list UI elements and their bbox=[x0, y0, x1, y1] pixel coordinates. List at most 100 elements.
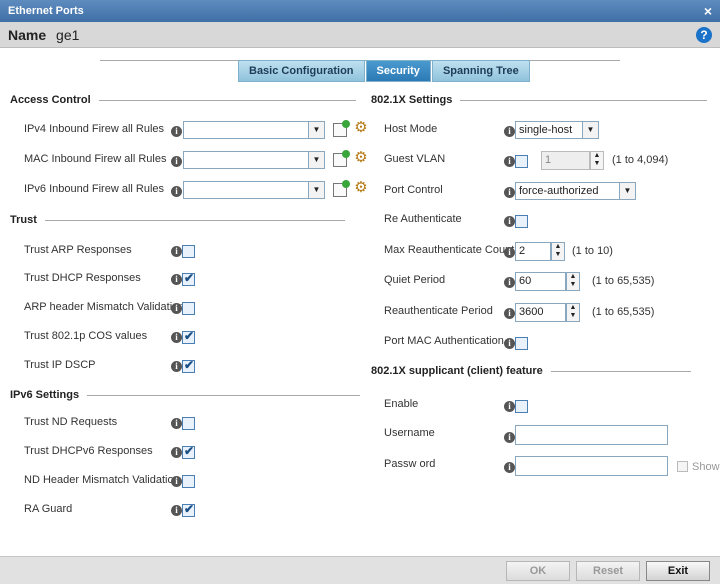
quiet-period-spinner[interactable]: ▲ ▼ bbox=[566, 272, 580, 291]
nd-header-mismatch-label: ND Header Mismatch Validation bbox=[24, 474, 180, 486]
info-icon[interactable]: i bbox=[171, 274, 182, 285]
trust-dscp-checkbox[interactable] bbox=[182, 358, 195, 373]
help-icon[interactable]: ? bbox=[696, 27, 712, 43]
arp-header-mismatch-checkbox[interactable] bbox=[182, 302, 195, 315]
info-icon[interactable]: i bbox=[171, 476, 182, 487]
port-name: ge1 bbox=[56, 27, 80, 43]
tab-basic-configuration[interactable]: Basic Configuration bbox=[238, 60, 365, 82]
window-title: Ethernet Ports bbox=[8, 5, 84, 17]
port-control-select[interactable]: force-authorized ▼ bbox=[515, 182, 636, 200]
trust-dhcpv6-label: Trust DHCPv6 Responses bbox=[24, 445, 153, 457]
spin-down-icon[interactable]: ▼ bbox=[591, 160, 603, 168]
trust-dhcpv6-checkbox[interactable] bbox=[182, 444, 195, 459]
spin-up-icon[interactable]: ▲ bbox=[567, 273, 579, 281]
info-icon[interactable]: i bbox=[171, 332, 182, 343]
spin-up-icon[interactable]: ▲ bbox=[567, 304, 579, 312]
trust-cos-checkbox[interactable] bbox=[182, 329, 195, 344]
trust-cos-label: Trust 802.1p COS values bbox=[24, 330, 148, 342]
info-icon[interactable]: i bbox=[504, 126, 515, 137]
trust-arp-checkbox[interactable] bbox=[182, 245, 195, 258]
exit-button[interactable]: Exit bbox=[646, 561, 710, 581]
info-icon[interactable]: i bbox=[504, 156, 515, 167]
info-icon[interactable]: i bbox=[171, 156, 182, 167]
section-rule bbox=[98, 99, 356, 101]
info-icon[interactable]: i bbox=[171, 246, 182, 257]
reauth-period-spinner[interactable]: ▲ ▼ bbox=[566, 303, 580, 322]
ra-guard-checkbox[interactable] bbox=[182, 502, 195, 517]
ipv4-firewall-select[interactable]: ▼ bbox=[183, 121, 325, 139]
show-password-checkbox[interactable] bbox=[677, 461, 688, 472]
info-icon[interactable]: i bbox=[504, 338, 515, 349]
trust-arp-label: Trust ARP Responses bbox=[24, 244, 132, 256]
create-rule-icon[interactable] bbox=[333, 180, 350, 197]
max-reauth-input[interactable]: 2 bbox=[515, 242, 551, 261]
mac-firewall-select[interactable]: ▼ bbox=[183, 151, 325, 169]
host-mode-select[interactable]: single-host ▼ bbox=[515, 121, 599, 139]
section-rule bbox=[44, 219, 345, 221]
info-icon[interactable]: i bbox=[504, 187, 515, 198]
dot1x-settings-title: 802.1X Settings bbox=[371, 94, 453, 106]
password-input[interactable] bbox=[515, 456, 668, 476]
name-label: Name bbox=[8, 27, 47, 43]
supplicant-title: 802.1X supplicant (client) feature bbox=[371, 365, 543, 377]
info-icon[interactable]: i bbox=[171, 361, 182, 372]
gear-icon[interactable]: ⚙ bbox=[354, 120, 368, 135]
spin-up-icon[interactable]: ▲ bbox=[591, 152, 603, 160]
supplicant-enable-checkbox[interactable] bbox=[515, 400, 528, 413]
close-icon[interactable]: × bbox=[704, 0, 712, 22]
tab-spanning-tree[interactable]: Spanning Tree bbox=[431, 60, 530, 82]
port-control-label: Port Control bbox=[384, 184, 443, 196]
create-rule-icon[interactable] bbox=[333, 120, 350, 137]
trust-nd-checkbox[interactable] bbox=[182, 417, 195, 430]
guest-vlan-input[interactable]: 1 bbox=[541, 151, 590, 170]
chevron-down-icon: ▼ bbox=[619, 183, 635, 199]
info-icon[interactable]: i bbox=[504, 216, 515, 227]
reset-button[interactable]: Reset bbox=[576, 561, 640, 581]
info-icon[interactable]: i bbox=[171, 186, 182, 197]
info-icon[interactable]: i bbox=[171, 505, 182, 516]
tab-bar: Basic Configuration Security Spanning Tr… bbox=[238, 60, 531, 82]
quiet-period-input[interactable]: 60 bbox=[515, 272, 566, 291]
info-icon[interactable]: i bbox=[171, 303, 182, 314]
reauth-period-label: Reauthenticate Period bbox=[384, 305, 493, 317]
guest-vlan-checkbox[interactable] bbox=[515, 155, 528, 168]
max-reauth-spinner[interactable]: ▲ ▼ bbox=[551, 242, 565, 261]
trust-nd-label: Trust ND Requests bbox=[24, 416, 118, 428]
info-icon[interactable]: i bbox=[504, 462, 515, 473]
reauth-period-input[interactable]: 3600 bbox=[515, 303, 566, 322]
info-icon[interactable]: i bbox=[504, 432, 515, 443]
create-rule-icon[interactable] bbox=[333, 150, 350, 167]
info-icon[interactable]: i bbox=[504, 401, 515, 412]
access-control-title: Access Control bbox=[10, 94, 91, 106]
username-input[interactable] bbox=[515, 425, 668, 445]
trust-dhcp-checkbox[interactable] bbox=[182, 271, 195, 286]
spin-down-icon[interactable]: ▼ bbox=[567, 312, 579, 320]
info-icon[interactable]: i bbox=[171, 418, 182, 429]
info-icon[interactable]: i bbox=[504, 247, 515, 258]
port-mac-auth-checkbox[interactable] bbox=[515, 337, 528, 350]
info-icon[interactable]: i bbox=[504, 308, 515, 319]
gear-icon[interactable]: ⚙ bbox=[354, 150, 368, 165]
info-icon[interactable]: i bbox=[504, 277, 515, 288]
reauth-period-range: (1 to 65,535) bbox=[592, 306, 655, 318]
gear-icon[interactable]: ⚙ bbox=[354, 180, 368, 195]
guest-vlan-spinner[interactable]: ▲ ▼ bbox=[590, 151, 604, 170]
trust-dscp-label: Trust IP DSCP bbox=[24, 359, 96, 371]
ipv6-firewall-select[interactable]: ▼ bbox=[183, 181, 325, 199]
re-authenticate-checkbox[interactable] bbox=[515, 215, 528, 228]
ipv4-firewall-label: IPv4 Inbound Firew all Rules bbox=[24, 123, 165, 135]
password-label: Passw ord bbox=[384, 458, 436, 470]
name-bar: Name ge1 ? bbox=[0, 22, 720, 48]
trust-title: Trust bbox=[10, 214, 37, 226]
spin-up-icon[interactable]: ▲ bbox=[552, 243, 564, 251]
spin-down-icon[interactable]: ▼ bbox=[552, 251, 564, 259]
tab-security[interactable]: Security bbox=[365, 60, 431, 82]
nd-header-mismatch-checkbox[interactable] bbox=[182, 475, 195, 488]
footer-bar: OK Reset Exit bbox=[0, 556, 720, 584]
guest-vlan-label: Guest VLAN bbox=[384, 153, 446, 165]
info-icon[interactable]: i bbox=[171, 126, 182, 137]
chevron-down-icon: ▼ bbox=[308, 122, 324, 138]
ok-button[interactable]: OK bbox=[506, 561, 570, 581]
info-icon[interactable]: i bbox=[171, 447, 182, 458]
spin-down-icon[interactable]: ▼ bbox=[567, 281, 579, 289]
